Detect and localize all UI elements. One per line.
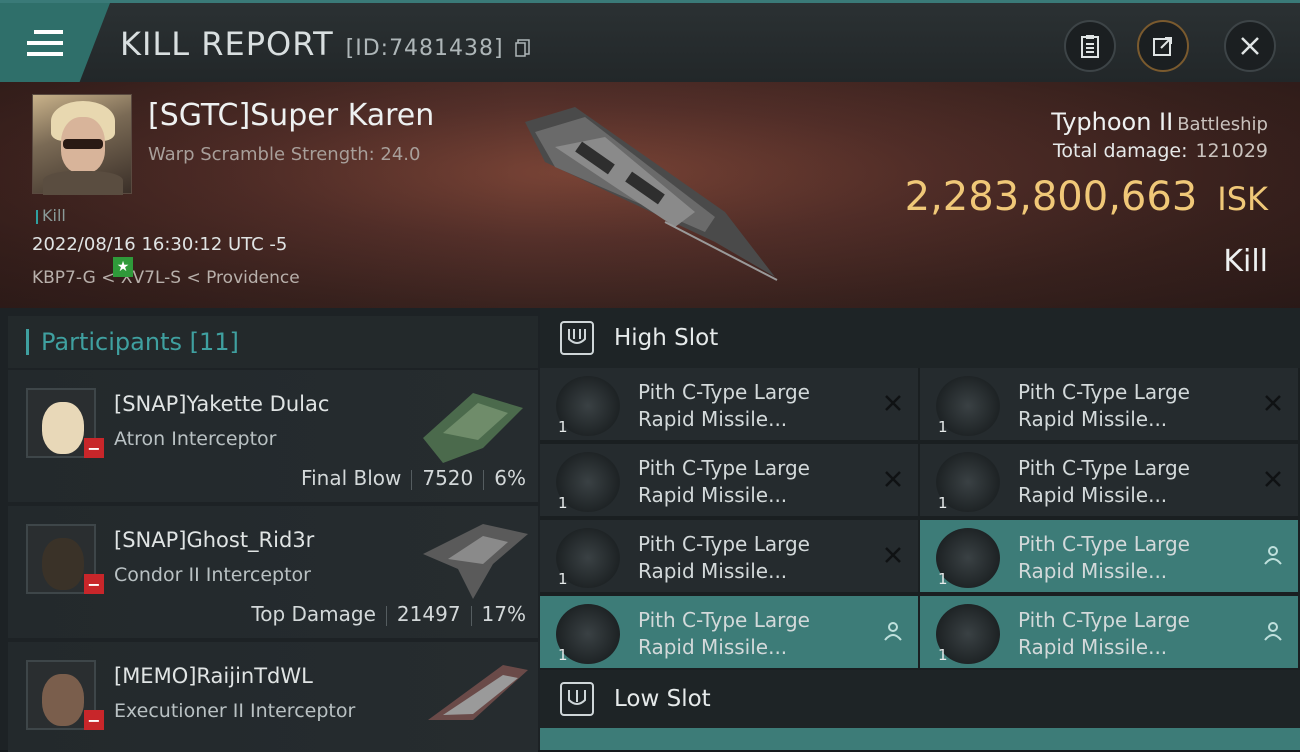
kill-result: Kill xyxy=(1223,244,1268,279)
missile-launcher-icon: 1 xyxy=(556,528,620,588)
module-name-2: Rapid Missile... xyxy=(638,559,788,583)
module-name: Pith C-Type Large xyxy=(638,456,810,480)
victim-subtitle: Warp Scramble Strength: 24.0 xyxy=(148,144,421,165)
module-slot[interactable]: 1 Pith C-Type Large Rapid Missile... xyxy=(540,596,918,670)
module-name-2: Rapid Missile... xyxy=(1018,635,1168,659)
fitting-panel: High Slot 1 Pith C-Type Large Rapid Missil… xyxy=(540,308,1300,750)
victim-ship-image xyxy=(525,107,778,281)
participant-row[interactable]: − [SNAP]Ghost_Rid3r Condor II Intercepto… xyxy=(8,506,538,638)
kill-id: [ID:7481438] xyxy=(345,36,504,61)
destroyed-icon xyxy=(885,395,901,411)
low-slot-icon xyxy=(560,682,594,716)
module-name: Pith C-Type Large xyxy=(638,380,810,404)
module-name-2: Rapid Missile... xyxy=(638,483,788,507)
participant-ship: Condor II Interceptor xyxy=(114,564,311,586)
victim-name[interactable]: [SGTC]Super Karen xyxy=(148,98,434,133)
module-name-2: Rapid Missile... xyxy=(1018,483,1168,507)
destroyed-icon xyxy=(1265,395,1281,411)
missile-launcher-icon: 1 xyxy=(556,376,620,436)
hostile-icon: − xyxy=(84,438,104,458)
missile-launcher-icon: 1 xyxy=(556,452,620,512)
close-icon xyxy=(1241,37,1259,55)
low-slot-header: Low Slot xyxy=(540,670,1300,728)
module-name: Pith C-Type Large xyxy=(638,608,810,632)
participant-stats: Top Damage 21497 17% xyxy=(251,602,526,626)
kill-tag: Kill xyxy=(36,206,66,225)
participant-ship: Atron Interceptor xyxy=(114,428,277,450)
participant-name: [MEMO]RaijinTdWL xyxy=(114,664,313,688)
total-damage: Total damage: 121029 xyxy=(1053,140,1268,162)
isk-value: 2,283,800,663 ISK xyxy=(904,174,1268,220)
module-name: Pith C-Type Large xyxy=(1018,608,1190,632)
star-icon: ★ xyxy=(113,257,133,277)
participant-row[interactable]: − [MEMO]RaijinTdWL Executioner II Interc… xyxy=(8,642,538,752)
title-bar: KILL REPORT [ID:7481438] xyxy=(0,0,1300,83)
module-name: Pith C-Type Large xyxy=(1018,456,1190,480)
missile-launcher-icon: 1 xyxy=(556,604,620,664)
dropped-person-icon xyxy=(1264,546,1282,565)
module-name-2: Rapid Missile... xyxy=(1018,559,1168,583)
participant-ship-image xyxy=(423,524,528,599)
module-slot[interactable]: 1 Pith C-Type Large Rapid Missile... xyxy=(540,520,918,594)
module-name-2: Rapid Missile... xyxy=(1018,407,1168,431)
close-button[interactable] xyxy=(1224,20,1276,72)
module-slot[interactable]: 1 Pith C-Type Large Rapid Missile... xyxy=(920,596,1298,670)
module-name-2: Rapid Missile... xyxy=(638,407,788,431)
hamburger-icon xyxy=(27,30,63,56)
missile-launcher-icon: 1 xyxy=(936,452,1000,512)
module-slot[interactable]: 1 Pith C-Type Large Rapid Missile... xyxy=(540,444,918,518)
module-name: Pith C-Type Large xyxy=(1018,380,1190,404)
module-slot[interactable]: 1 Pith C-Type Large Rapid Missile... xyxy=(540,368,918,442)
module-name: Pith C-Type Large xyxy=(638,532,810,556)
destroyed-icon xyxy=(885,547,901,563)
module-slot[interactable]: 1 Pith C-Type Large Rapid Missile... xyxy=(920,368,1298,442)
participant-stats: Final Blow 7520 6% xyxy=(301,466,526,490)
destroyed-icon xyxy=(885,471,901,487)
participant-ship-image xyxy=(423,393,523,463)
missile-launcher-icon: 1 xyxy=(936,528,1000,588)
victim-avatar[interactable] xyxy=(32,94,132,195)
dropped-person-icon xyxy=(884,622,902,641)
module-name-2: Rapid Missile... xyxy=(638,635,788,659)
participants-panel: Participants [11] − [SNAP]Yakette Dulac … xyxy=(0,308,540,752)
dropped-person-icon xyxy=(1264,622,1282,641)
clipboard-button[interactable] xyxy=(1064,20,1116,72)
high-slot-icon xyxy=(560,321,594,355)
copy-icon[interactable] xyxy=(515,39,531,57)
participants-header: Participants [11] xyxy=(8,316,538,368)
module-name: Pith C-Type Large xyxy=(1018,532,1190,556)
module-slot[interactable]: 1 Pith C-Type Large Rapid Missile... xyxy=(920,444,1298,518)
share-icon xyxy=(1153,37,1172,56)
kill-datetime: 2022/08/16 16:30:12 UTC -5 xyxy=(32,234,288,255)
hostile-icon: − xyxy=(84,574,104,594)
participant-ship: Executioner II Interceptor xyxy=(114,700,356,722)
high-slot-header: High Slot xyxy=(540,308,1300,368)
module-slot[interactable]: 1 Pith C-Type Large Rapid Missile... xyxy=(920,520,1298,594)
destroyed-icon xyxy=(1265,471,1281,487)
clipboard-icon xyxy=(1081,35,1099,58)
low-slot-row[interactable] xyxy=(540,728,1300,750)
victim-ship[interactable]: Typhoon II Battleship xyxy=(1051,108,1268,136)
missile-launcher-icon: 1 xyxy=(936,604,1000,664)
participant-name: [SNAP]Yakette Dulac xyxy=(114,392,330,416)
page-title: KILL REPORT [ID:7481438] xyxy=(120,25,531,63)
missile-launcher-icon: 1 xyxy=(936,376,1000,436)
participant-row[interactable]: − [SNAP]Yakette Dulac Atron Interceptor … xyxy=(8,370,538,502)
victim-banner: ★ [SGTC]Super Karen Warp Scramble Streng… xyxy=(0,82,1300,308)
participant-ship-image xyxy=(428,665,528,720)
participant-name: [SNAP]Ghost_Rid3r xyxy=(114,528,315,552)
share-button[interactable] xyxy=(1137,20,1189,72)
kill-location[interactable]: KBP7-G < XV7L-S < Providence xyxy=(32,268,300,288)
hostile-icon: − xyxy=(84,710,104,730)
menu-button[interactable] xyxy=(0,3,110,83)
